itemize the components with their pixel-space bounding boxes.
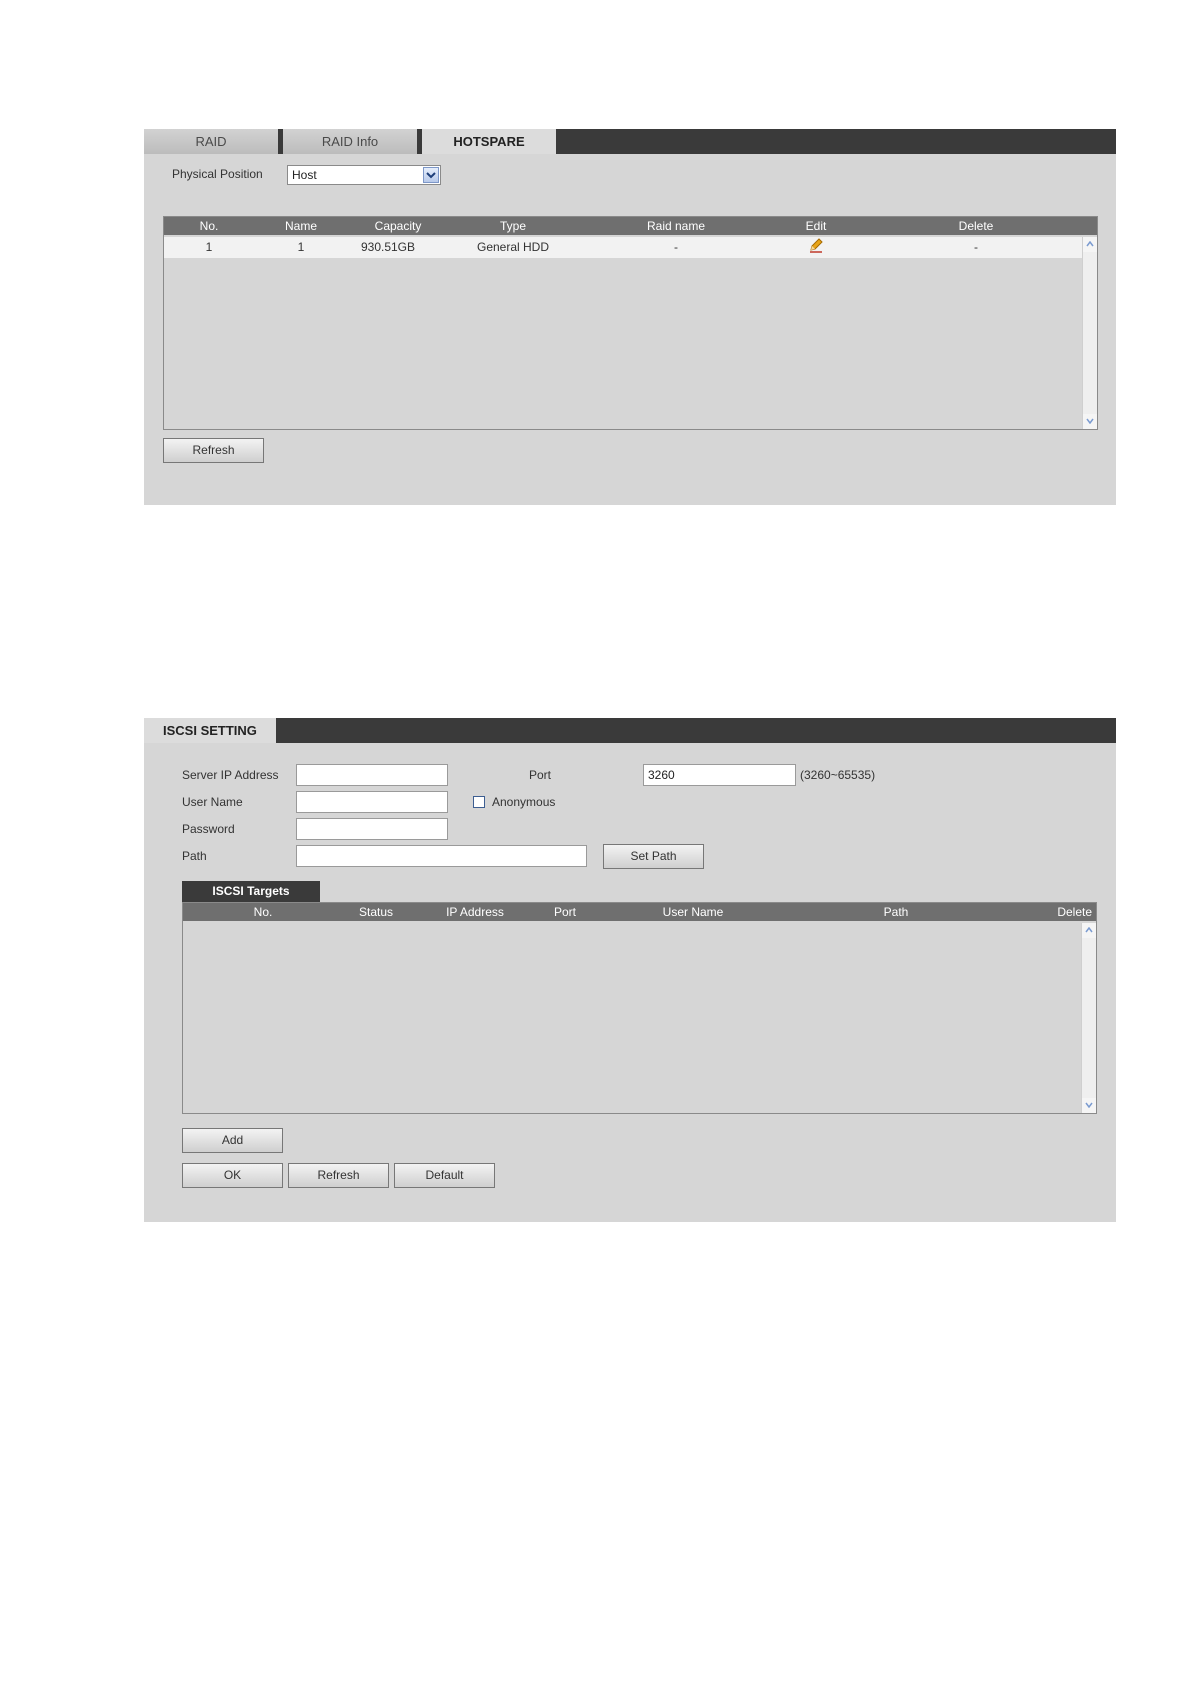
column-header-name: Name: [284, 219, 317, 233]
password-label: Password: [182, 822, 235, 836]
path-label: Path: [182, 849, 207, 863]
table-header: No. Name Capacity Type Raid name Edit De…: [164, 217, 1097, 235]
refresh-button[interactable]: Refresh: [288, 1163, 389, 1188]
anonymous-checkbox[interactable]: [473, 796, 485, 808]
user-name-input[interactable]: [296, 791, 448, 813]
column-header-delete: Delete: [1057, 905, 1092, 919]
cell-type: General HDD: [476, 240, 550, 254]
tab-iscsi-setting[interactable]: ISCSI SETTING: [144, 718, 276, 743]
cell-edit: [786, 237, 846, 260]
chevron-down-icon[interactable]: [423, 167, 439, 183]
physical-position-select[interactable]: Host: [287, 165, 441, 185]
tab-raid[interactable]: RAID: [144, 129, 278, 154]
column-header-ip-address: IP Address: [446, 905, 504, 919]
column-header-raid-name: Raid name: [646, 219, 706, 233]
column-header-delete: Delete: [958, 219, 994, 233]
physical-position-label: Physical Position: [172, 167, 263, 181]
server-ip-input[interactable]: [296, 764, 448, 786]
column-header-port: Port: [553, 905, 576, 919]
default-button[interactable]: Default: [394, 1163, 495, 1188]
column-header-capacity: Capacity: [374, 219, 422, 233]
set-path-button[interactable]: Set Path: [603, 844, 704, 869]
tab-raid-info[interactable]: RAID Info: [283, 129, 417, 154]
iscsi-targets-table: No. Status IP Address Port User Name Pat…: [182, 902, 1097, 1114]
column-header-type: Type: [499, 219, 526, 233]
column-header-user-name: User Name: [662, 905, 724, 919]
port-input[interactable]: [643, 764, 796, 786]
column-header-edit: Edit: [805, 219, 827, 233]
user-name-label: User Name: [182, 795, 243, 809]
password-input[interactable]: [296, 818, 448, 840]
physical-position-value: Host: [292, 168, 317, 182]
add-button[interactable]: Add: [182, 1128, 283, 1153]
tab-hotspare[interactable]: HOTSPARE: [422, 129, 556, 154]
ok-button[interactable]: OK: [182, 1163, 283, 1188]
port-label: Port: [529, 768, 552, 782]
scroll-up-icon[interactable]: [1083, 237, 1097, 252]
tab-iscsi-targets[interactable]: ISCSI Targets: [182, 881, 320, 902]
server-ip-label: Server IP Address: [182, 768, 279, 782]
table-scrollbar[interactable]: [1081, 923, 1096, 1113]
table-header: No. Status IP Address Port User Name Pat…: [183, 903, 1096, 921]
iscsi-setting-panel: ISCSI SETTING Server IP Address Port (32…: [144, 718, 1116, 1222]
scroll-down-icon[interactable]: [1083, 414, 1097, 429]
scroll-down-icon[interactable]: [1082, 1098, 1096, 1113]
cell-delete: -: [974, 240, 978, 254]
table-row[interactable]: 1 1 930.51GB General HDD - -: [164, 237, 1082, 258]
iscsi-tab-bar: [144, 718, 1116, 743]
path-input[interactable]: [296, 845, 587, 867]
column-header-path: Path: [883, 905, 909, 919]
hotspare-table: No. Name Capacity Type Raid name Edit De…: [163, 216, 1098, 430]
cell-no: 1: [205, 240, 213, 254]
cell-raid-name: -: [674, 240, 678, 254]
anonymous-label: Anonymous: [492, 795, 556, 809]
scroll-up-icon[interactable]: [1082, 923, 1096, 938]
port-range-hint: (3260~65535): [800, 768, 876, 782]
refresh-button[interactable]: Refresh: [163, 438, 264, 463]
hotspare-panel: RAID RAID Info HOTSPARE Physical Positio…: [144, 129, 1116, 505]
edit-pencil-icon[interactable]: [808, 237, 824, 260]
table-scrollbar[interactable]: [1082, 237, 1097, 429]
cell-capacity: 930.51GB: [360, 240, 416, 254]
column-header-no: No.: [253, 905, 273, 919]
column-header-no: No.: [199, 219, 219, 233]
cell-name: 1: [297, 240, 305, 254]
column-header-status: Status: [358, 905, 394, 919]
